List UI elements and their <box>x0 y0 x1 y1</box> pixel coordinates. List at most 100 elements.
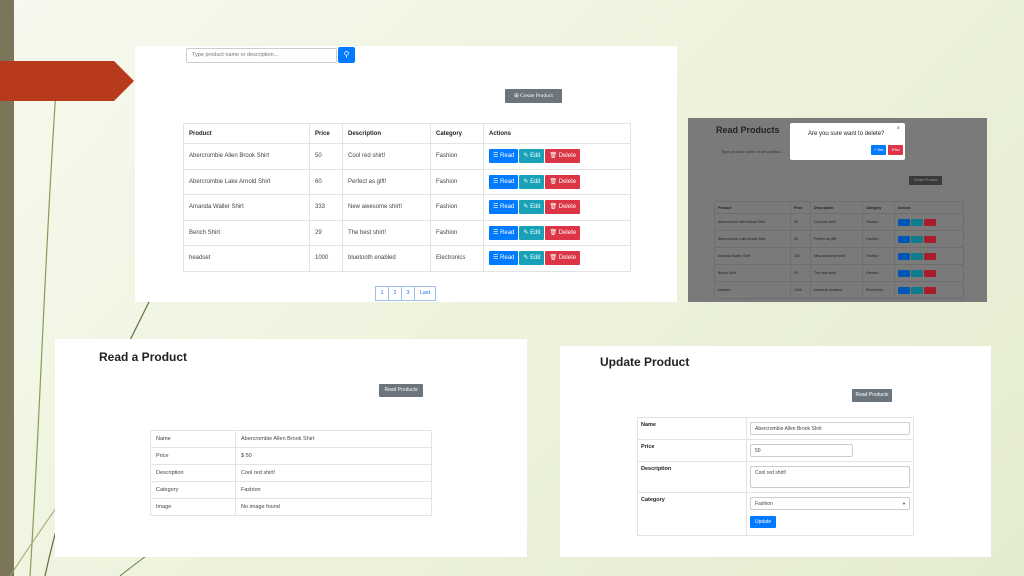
detail-label: Category <box>150 481 236 499</box>
cell-product: Bench Shirt <box>183 219 310 246</box>
page-2[interactable]: 2 <box>388 286 402 301</box>
search-button[interactable]: ⚲ <box>338 47 355 63</box>
cell-product: Bench Shirt <box>714 264 791 282</box>
cell-product: Amanda Waller Shirt <box>183 194 310 221</box>
cell-actions: ☰ Read ✎ Edit 🗑 Delete <box>483 168 631 195</box>
read-label: Read <box>500 178 515 185</box>
read-button[interactable] <box>898 235 910 243</box>
cell-actions <box>894 247 964 265</box>
table-row: Abercrombie Lake Arnold Shirt 60 Perfect… <box>183 168 631 195</box>
delete-button[interactable] <box>924 269 936 277</box>
form-row: Description Cool red shirt! <box>637 461 914 493</box>
edit-label: Edit <box>530 255 541 262</box>
cell-actions: ☰ Read ✎ Edit 🗑 Delete <box>483 143 631 170</box>
table-row: Bench Shirt 29 The best shirt! Fashion <box>714 264 964 282</box>
form-row: Name Abercrombie Allen Brook Shirt <box>637 417 914 440</box>
edit-button[interactable] <box>911 218 923 226</box>
edit-button[interactable]: ✎ Edit <box>519 225 545 240</box>
page-last[interactable]: Last <box>414 286 436 301</box>
confirm-no-button[interactable]: ✕No <box>888 145 903 155</box>
col-price: Price <box>790 201 811 214</box>
cell-category: Fashion <box>430 143 484 170</box>
edit-button[interactable] <box>911 235 923 243</box>
category-select[interactable]: Fashion ▼ <box>750 497 910 510</box>
read-button[interactable]: ☰ Read <box>489 200 519 215</box>
read-products-button[interactable]: Read Products <box>852 389 892 402</box>
edit-button[interactable] <box>911 252 923 260</box>
delete-button[interactable]: 🗑 Delete <box>545 200 581 215</box>
edit-button[interactable]: ✎ Edit <box>519 200 545 215</box>
cell-description: New awesome shirt! <box>810 247 863 265</box>
cell-price: 60 <box>309 168 343 195</box>
read-button[interactable]: ☰ Read <box>489 251 519 266</box>
detail-label: Name <box>150 430 236 448</box>
page-3[interactable]: 3 <box>401 286 415 301</box>
form-row: Price 50 <box>637 439 914 462</box>
read-button[interactable] <box>898 269 910 277</box>
update-form: Name Abercrombie Allen Brook Shirt Price… <box>637 417 914 536</box>
create-product-button[interactable]: ⊞ Create Product <box>505 89 562 103</box>
name-input[interactable]: Abercrombie Allen Brook Shirt <box>750 422 910 435</box>
cell-price: 50 <box>309 143 343 170</box>
description-textarea[interactable]: Cool red shirt! <box>750 466 910 488</box>
delete-label: Delete <box>558 178 577 185</box>
page-title: Read a Product <box>99 350 188 364</box>
detail-label: Price <box>150 447 236 465</box>
create-product-button[interactable]: Create Product <box>909 176 942 185</box>
search-input[interactable]: Type product name or description... <box>721 149 784 154</box>
table-row: Amanda Waller Shirt 333 New awesome shirt!… <box>714 247 964 265</box>
close-icon[interactable]: × <box>896 126 900 132</box>
table-header-row: Product Price Description Category Actio… <box>714 201 964 214</box>
confirm-yes-button[interactable]: ✓Yes <box>871 145 886 155</box>
delete-button[interactable] <box>924 235 936 243</box>
read-products-button[interactable]: Read Products <box>379 384 423 397</box>
read-button[interactable] <box>898 218 910 226</box>
delete-button[interactable] <box>924 286 936 294</box>
read-button[interactable]: ☰ Read <box>489 225 519 240</box>
detail-value: Cool red shirt! <box>235 464 432 482</box>
col-description: Description <box>810 201 863 214</box>
col-category: Category <box>862 201 895 214</box>
detail-row: Image No image found <box>150 498 432 516</box>
cell-actions: ☰ Read ✎ Edit 🗑 Delete <box>483 219 631 246</box>
cell-description: The best shirt! <box>342 219 431 246</box>
read-button[interactable] <box>898 252 910 260</box>
cell-price: 50 <box>790 213 811 231</box>
delete-label: Delete <box>558 153 577 160</box>
edit-button[interactable] <box>911 269 923 277</box>
col-actions: Actions <box>483 123 631 144</box>
read-button[interactable]: ☰ Read <box>489 149 519 164</box>
delete-button[interactable] <box>924 252 936 260</box>
search-input[interactable]: Type product name or description... <box>186 48 337 63</box>
form-cell: Fashion ▼ Update <box>746 492 914 536</box>
price-label: Price <box>637 439 747 462</box>
delete-button[interactable]: 🗑 Delete <box>545 251 581 266</box>
delete-confirm-dialog: × Are you sure want to delete? ✓Yes ✕No <box>790 123 905 160</box>
no-label: No <box>894 147 900 152</box>
edit-button[interactable]: ✎ Edit <box>519 251 545 266</box>
cell-description: The best shirt! <box>810 264 863 282</box>
delete-button[interactable]: 🗑 Delete <box>545 225 581 240</box>
delete-button[interactable] <box>924 218 936 226</box>
update-button[interactable]: Update <box>750 516 777 528</box>
read-button[interactable]: ☰ Read <box>489 174 519 189</box>
dialog-question: Are you sure want to delete? <box>808 131 885 137</box>
cell-product: Abercrombie Allen Brook Shirt <box>183 143 310 170</box>
edit-button[interactable] <box>911 286 923 294</box>
cell-product: Abercrombie Allen Brook Shirt <box>714 213 791 231</box>
edit-button[interactable]: ✎ Edit <box>519 174 545 189</box>
product-details-table: Name Abercrombie Allen Brook Shirt Price $… <box>150 430 432 516</box>
table-row: Bench Shirt 29 The best shirt! Fashion ☰… <box>183 219 631 246</box>
delete-button[interactable]: 🗑 Delete <box>545 149 581 164</box>
edit-button[interactable]: ✎ Edit <box>519 149 545 164</box>
detail-value: Fashion <box>235 481 432 499</box>
create-product-label: Create Product <box>520 93 553 99</box>
read-button[interactable] <box>898 286 910 294</box>
delete-label: Delete <box>558 255 577 262</box>
delete-button[interactable]: 🗑 Delete <box>545 174 581 189</box>
description-label: Description <box>637 461 747 493</box>
page-1[interactable]: 1 <box>375 286 389 301</box>
price-input[interactable]: 50 <box>750 444 853 457</box>
plus-square-icon: ⊞ <box>514 93 519 99</box>
edit-label: Edit <box>530 229 541 236</box>
